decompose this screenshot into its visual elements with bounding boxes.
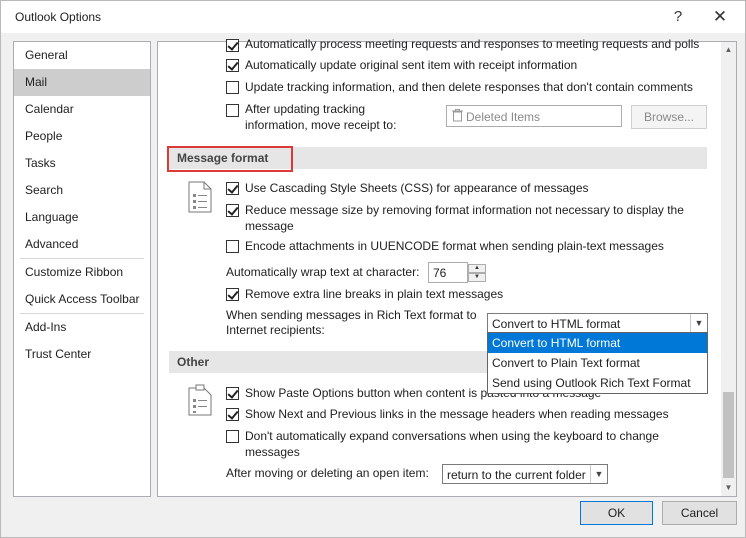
nav-item-search[interactable]: Search [14,177,150,204]
dropdown-option-html[interactable]: Convert to HTML format [488,333,707,353]
scroll-down-icon[interactable]: ▼ [721,480,736,496]
reduce-size-label-line1: Reduce message size by removing format i… [245,203,684,217]
help-icon[interactable]: ? [663,5,693,29]
after-move-value: return to the current folder [447,468,586,482]
nav-item-add-ins[interactable]: Add-Ins [14,314,150,341]
process-requests-label: Automatically process meeting requests a… [245,37,700,51]
browse-button[interactable]: Browse... [631,105,707,129]
move-receipt-label-line1: After updating tracking [245,102,366,116]
next-prev-checkbox[interactable] [226,408,239,421]
chevron-down-icon[interactable]: ▼ [468,273,486,282]
title-bar: Outlook Options ? ✕ [1,1,745,33]
reduce-size-label-line2: message [245,219,294,233]
nav-item-tasks[interactable]: Tasks [14,150,150,177]
wrap-text-input[interactable]: 76 [428,262,468,283]
after-move-select[interactable]: return to the current folder ▼ [442,464,608,484]
no-expand-label-line2: messages [245,445,300,459]
nav-item-customize-ribbon[interactable]: Customize Ribbon [14,259,150,286]
ok-button[interactable]: OK [580,501,653,525]
uuencode-label: Encode attachments in UUENCODE format wh… [245,239,664,253]
options-nav: General Mail Calendar People Tasks Searc… [13,41,151,497]
chevron-down-icon[interactable]: ▼ [690,314,707,332]
process-requests-checkbox[interactable] [226,39,239,52]
next-prev-label: Show Next and Previous links in the mess… [245,407,669,421]
close-icon[interactable]: ✕ [705,5,735,29]
highlight-box [167,146,293,172]
cancel-button[interactable]: Cancel [662,501,737,525]
scroll-up-icon[interactable]: ▲ [721,42,736,58]
update-delete-checkbox[interactable] [226,81,239,94]
nav-item-mail[interactable]: Mail [14,69,150,96]
receipt-folder-value: Deleted Items [466,110,541,124]
nav-item-people[interactable]: People [14,123,150,150]
update-delete-label: Update tracking information, and then de… [245,80,693,94]
use-css-label: Use Cascading Style Sheets (CSS) for app… [245,181,589,195]
move-receipt-label-line2: information, move receipt to: [245,118,397,132]
uuencode-checkbox[interactable] [226,240,239,253]
message-format-icon [187,181,213,213]
chevron-up-icon[interactable]: ▲ [468,264,486,273]
dropdown-option-rich-text[interactable]: Send using Outlook Rich Text Format [488,373,707,393]
use-css-checkbox[interactable] [226,182,239,195]
nav-item-advanced[interactable]: Advanced [14,231,150,258]
scroll-thumb[interactable] [723,392,734,478]
reduce-size-checkbox[interactable] [226,204,239,217]
nav-item-calendar[interactable]: Calendar [14,96,150,123]
paste-options-checkbox[interactable] [226,387,239,400]
nav-item-quick-access-toolbar[interactable]: Quick Access Toolbar [14,286,150,313]
trash-icon [452,109,463,122]
after-move-label: After moving or deleting an open item: [226,466,429,480]
nav-item-trust-center[interactable]: Trust Center [14,341,150,368]
window-title: Outlook Options [15,10,102,24]
remove-breaks-checkbox[interactable] [226,288,239,301]
update-sent-checkbox[interactable] [226,59,239,72]
receipt-folder-field[interactable]: Deleted Items [446,105,622,127]
wrap-text-stepper[interactable]: ▲ ▼ [468,264,486,282]
other-title: Other [177,355,210,369]
no-expand-checkbox[interactable] [226,430,239,443]
dropdown-option-plain-text[interactable]: Convert to Plain Text format [488,353,707,373]
outlook-options-dialog: Outlook Options ? ✕ General Mail Calenda… [0,0,746,538]
rtf-label-line2: Internet recipients: [226,323,325,337]
rtf-format-dropdown: Convert to HTML format Convert to Plain … [487,332,708,394]
update-sent-label: Automatically update original sent item … [245,58,578,72]
move-receipt-checkbox[interactable] [226,104,239,117]
nav-item-general[interactable]: General [14,42,150,69]
chevron-down-icon[interactable]: ▼ [590,465,607,483]
wrap-text-label: Automatically wrap text at character: [226,265,420,279]
content-scrollbar[interactable]: ▲ ▼ [721,42,736,496]
wrap-text-value: 76 [433,266,447,280]
rtf-label-line1: When sending messages in Rich Text forma… [226,308,477,322]
nav-item-language[interactable]: Language [14,204,150,231]
paste-options-icon [187,384,213,416]
no-expand-label-line1: Don't automatically expand conversations… [245,429,659,443]
rtf-format-value: Convert to HTML format [492,317,621,331]
remove-breaks-label: Remove extra line breaks in plain text m… [245,287,504,301]
rtf-format-select[interactable]: Convert to HTML format ▼ [487,313,708,333]
